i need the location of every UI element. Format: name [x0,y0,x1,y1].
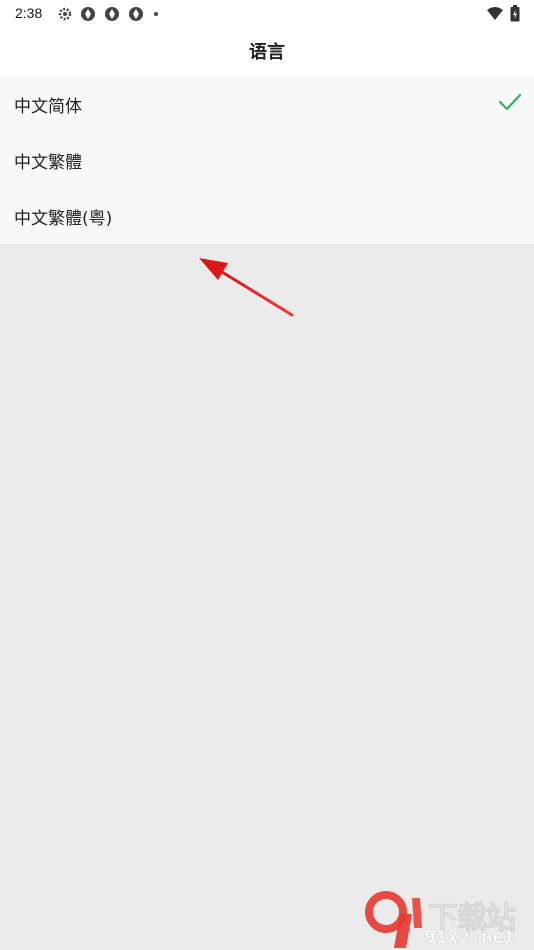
dot-icon [154,12,158,16]
aperture-icon [129,7,143,21]
status-time: 2:38 [15,5,43,21]
page-title: 语言 [249,42,285,63]
language-item-simplified[interactable]: 中文简体 [0,76,534,132]
status-icons-right [486,5,520,22]
wifi-icon [487,6,503,20]
battery-icon [510,5,520,22]
status-bar: 2:38 [0,0,534,28]
check-icon [498,93,522,111]
language-item-traditional-cantonese[interactable]: 中文繁體(粤) [0,188,534,244]
watermark-text-url: 91xz.net [424,926,516,949]
language-item-traditional[interactable]: 中文繁體 [0,132,534,188]
status-icons-left [58,6,160,22]
watermark-nine-icon [365,891,422,948]
language-list: 中文简体 中文繁體 中文繁體(粤) [0,76,534,244]
aperture-icon [81,7,95,21]
settings-gear-icon [58,7,72,21]
aperture-icon [105,7,119,21]
language-label: 中文简体 [14,97,82,117]
language-label: 中文繁體(粤) [14,209,113,229]
language-label: 中文繁體 [14,153,82,173]
watermark-logo: 下载站 91xz.net [362,890,532,950]
title-bar: 语言 [0,28,534,76]
